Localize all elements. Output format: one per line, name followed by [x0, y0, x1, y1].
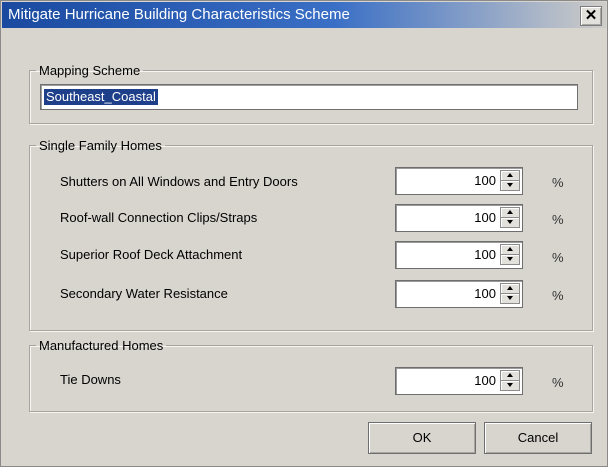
- water-resistance-value: 100: [474, 286, 496, 301]
- roof-wall-unit: %: [552, 212, 564, 227]
- roof-wall-spinbox[interactable]: 100: [395, 204, 523, 232]
- roof-wall-down-button[interactable]: [500, 217, 520, 228]
- cancel-button[interactable]: Cancel: [484, 422, 592, 454]
- mapping-scheme-value: Southeast_Coastal: [44, 89, 158, 105]
- roof-wall-label: Roof-wall Connection Clips/Straps: [60, 210, 258, 225]
- tie-downs-unit: %: [552, 375, 564, 390]
- close-icon: ✕: [584, 7, 598, 24]
- arrow-up-icon: [507, 173, 513, 177]
- roof-wall-value: 100: [474, 210, 496, 225]
- shutters-label: Shutters on All Windows and Entry Doors: [60, 174, 298, 189]
- roof-deck-value: 100: [474, 247, 496, 262]
- arrow-down-icon: [507, 296, 513, 300]
- roof-deck-label: Superior Roof Deck Attachment: [60, 247, 243, 262]
- arrow-down-icon: [507, 383, 513, 387]
- shutters-unit: %: [552, 175, 564, 190]
- title-bar: Mitigate Hurricane Building Characterist…: [2, 2, 606, 28]
- roof-deck-unit: %: [552, 250, 564, 265]
- tie-downs-value: 100: [474, 373, 496, 388]
- single-family-legend: Single Family Homes: [39, 138, 162, 153]
- arrow-down-icon: [507, 183, 513, 187]
- shutters-spinbox[interactable]: 100: [395, 167, 523, 195]
- manufactured-legend: Manufactured Homes: [39, 338, 164, 353]
- tie-downs-down-button[interactable]: [500, 380, 520, 391]
- water-resistance-spinbox[interactable]: 100: [395, 280, 523, 308]
- mapping-scheme-input[interactable]: Southeast_Coastal: [40, 84, 578, 110]
- arrow-down-icon: [507, 220, 513, 224]
- arrow-down-icon: [507, 257, 513, 261]
- arrow-up-icon: [507, 247, 513, 251]
- roof-deck-spinbox[interactable]: 100: [395, 241, 523, 269]
- close-button[interactable]: ✕: [580, 6, 602, 26]
- water-resistance-down-button[interactable]: [500, 293, 520, 304]
- arrow-up-icon: [507, 210, 513, 214]
- arrow-up-icon: [507, 373, 513, 377]
- tie-downs-spinbox[interactable]: 100: [395, 367, 523, 395]
- water-resistance-unit: %: [552, 288, 564, 303]
- ok-button[interactable]: OK: [368, 422, 476, 454]
- water-resistance-label: Secondary Water Resistance: [60, 286, 228, 301]
- window-title: Mitigate Hurricane Building Characterist…: [8, 6, 350, 23]
- mapping-scheme-legend: Mapping Scheme: [39, 63, 141, 78]
- shutters-down-button[interactable]: [500, 180, 520, 191]
- arrow-up-icon: [507, 286, 513, 290]
- roof-deck-down-button[interactable]: [500, 254, 520, 265]
- tie-downs-label: Tie Downs: [60, 372, 121, 387]
- shutters-value: 100: [474, 173, 496, 188]
